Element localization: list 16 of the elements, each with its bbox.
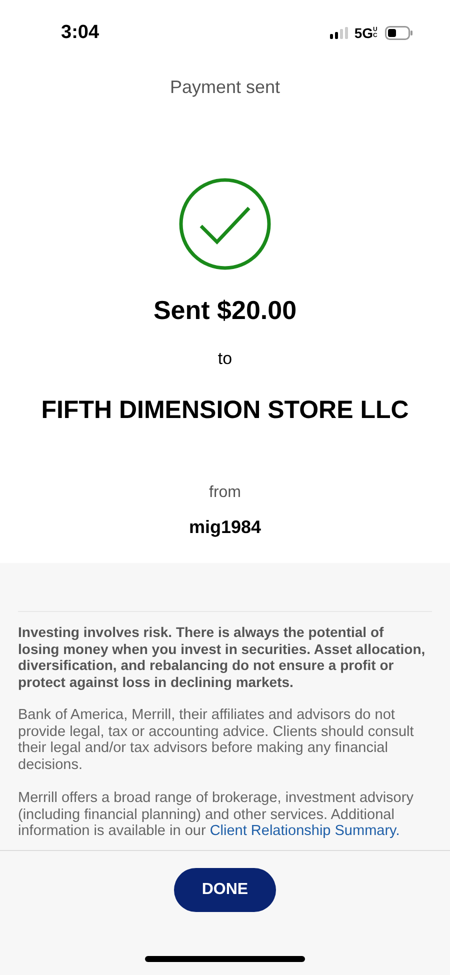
summary-link[interactable]: Client Relationship Summary.	[210, 823, 400, 839]
disclosure-text: Bank of America, Merrill, their affiliates and advisors do not provide legal, tax or accounting advice. Clients should consult their legal and/or tax advisors before making any financial decisions.	[18, 707, 415, 773]
signal-icon	[330, 27, 348, 39]
battery-icon	[385, 26, 413, 40]
from-label: from	[209, 483, 241, 503]
disclosure-text: Investing involves risk. There is always the potential of losing money when you invest in securities. Asset allocation, diversification, and rebalancing do not ensure a profit or protect against loss in declining markets.	[18, 624, 426, 690]
status-time: 3:04	[61, 20, 100, 45]
recipient-name: FIFTH DIMENSION STORE LLC	[41, 394, 409, 426]
to-label: to	[218, 348, 232, 370]
network-label: 5G	[354, 24, 373, 42]
checkmark-circle-icon	[179, 178, 271, 270]
amount-heading: Sent $20.00	[153, 294, 297, 327]
disclosure-text: Merrill offers a broad range of brokerage, investment advisory (including financial planning) and other services. Additional information is available in our Client Relationship Summary.	[18, 790, 414, 840]
done-button[interactable]: DONE	[174, 868, 276, 912]
page-title: Payment sent	[170, 76, 280, 99]
sender-name: mig1984	[188, 516, 262, 539]
